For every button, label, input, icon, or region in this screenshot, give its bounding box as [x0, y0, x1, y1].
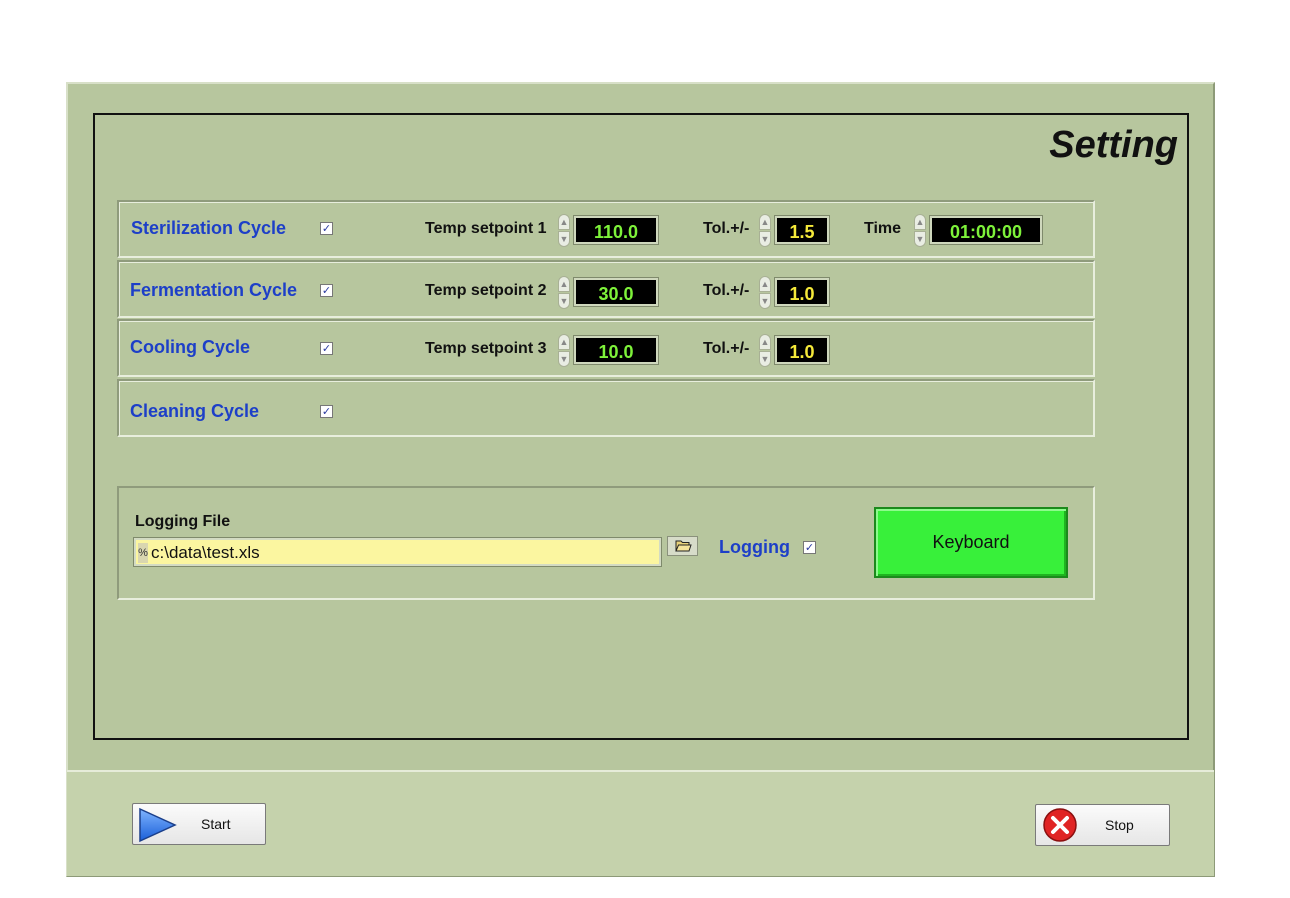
tolerance-1-value[interactable]: 1.5	[774, 215, 830, 245]
tolerance-3-value[interactable]: 1.0	[774, 335, 830, 365]
stop-button-label: Stop	[1105, 817, 1134, 833]
temp-setpoint-1-value[interactable]: 110.0	[573, 215, 659, 245]
cleaning-cycle-row	[117, 379, 1095, 437]
spin-up-icon[interactable]: ▲	[558, 214, 570, 230]
logging-file-label: Logging File	[135, 513, 231, 530]
tolerance-3-spinner[interactable]: ▲ ▼	[759, 334, 771, 368]
temp-setpoint-2-label: Temp setpoint 2	[425, 282, 547, 299]
tolerance-1-spinner[interactable]: ▲ ▼	[759, 214, 771, 248]
start-button-label: Start	[201, 816, 231, 832]
play-arrow-icon	[139, 807, 177, 843]
time-value[interactable]: 01:00:00	[929, 215, 1043, 245]
spin-down-icon[interactable]: ▼	[759, 293, 771, 309]
start-button[interactable]: Start	[132, 803, 266, 845]
spin-up-icon[interactable]: ▲	[914, 214, 926, 230]
logging-file-path-input[interactable]: % c:\data\test.xls	[133, 537, 662, 567]
logging-file-path-value: c:\data\test.xls	[151, 543, 260, 562]
spin-up-icon[interactable]: ▲	[759, 276, 771, 292]
tolerance-2-spinner[interactable]: ▲ ▼	[759, 276, 771, 310]
temp-setpoint-2-value[interactable]: 30.0	[573, 277, 659, 307]
temp-setpoint-3-label: Temp setpoint 3	[425, 340, 547, 357]
temp-setpoint-1-spinner[interactable]: ▲ ▼	[558, 214, 570, 248]
stop-button[interactable]: Stop	[1035, 804, 1170, 846]
time-spinner[interactable]: ▲ ▼	[914, 214, 926, 248]
temp-setpoint-1-label: Temp setpoint 1	[425, 220, 547, 237]
fermentation-cycle-checkbox[interactable]: ✓	[320, 284, 333, 297]
spin-up-icon[interactable]: ▲	[759, 214, 771, 230]
browse-button[interactable]	[667, 536, 698, 556]
folder-open-icon	[675, 540, 692, 552]
logging-label: Logging	[719, 537, 790, 557]
tolerance-2-value[interactable]: 1.0	[774, 277, 830, 307]
cleaning-cycle-label: Cleaning Cycle	[130, 401, 260, 421]
spin-down-icon[interactable]: ▼	[759, 351, 771, 367]
sterilization-cycle-label: Sterilization Cycle	[131, 218, 287, 238]
spin-up-icon[interactable]: ▲	[558, 334, 570, 350]
temp-setpoint-3-value[interactable]: 10.0	[573, 335, 659, 365]
spin-down-icon[interactable]: ▼	[914, 231, 926, 247]
spin-down-icon[interactable]: ▼	[558, 231, 570, 247]
spin-up-icon[interactable]: ▲	[558, 276, 570, 292]
time-label: Time	[864, 220, 902, 237]
tolerance-1-label: Tol.+/-	[703, 220, 750, 237]
page-title: Setting	[1049, 124, 1178, 166]
cleaning-cycle-checkbox[interactable]: ✓	[320, 405, 333, 418]
temp-setpoint-2-spinner[interactable]: ▲ ▼	[558, 276, 570, 310]
keyboard-button[interactable]: Keyboard	[874, 507, 1068, 578]
tolerance-2-label: Tol.+/-	[703, 282, 750, 299]
fermentation-cycle-label: Fermentation Cycle	[130, 280, 298, 300]
cooling-cycle-label: Cooling Cycle	[130, 337, 251, 357]
spin-down-icon[interactable]: ▼	[759, 231, 771, 247]
tolerance-3-label: Tol.+/-	[703, 340, 750, 357]
cooling-cycle-checkbox[interactable]: ✓	[320, 342, 333, 355]
path-type-icon: %	[138, 543, 148, 563]
red-x-icon	[1043, 808, 1077, 842]
spin-down-icon[interactable]: ▼	[558, 293, 570, 309]
temp-setpoint-3-spinner[interactable]: ▲ ▼	[558, 334, 570, 368]
sterilization-cycle-checkbox[interactable]: ✓	[320, 222, 333, 235]
logging-checkbox[interactable]: ✓	[803, 541, 816, 554]
spin-down-icon[interactable]: ▼	[558, 351, 570, 367]
spin-up-icon[interactable]: ▲	[759, 334, 771, 350]
